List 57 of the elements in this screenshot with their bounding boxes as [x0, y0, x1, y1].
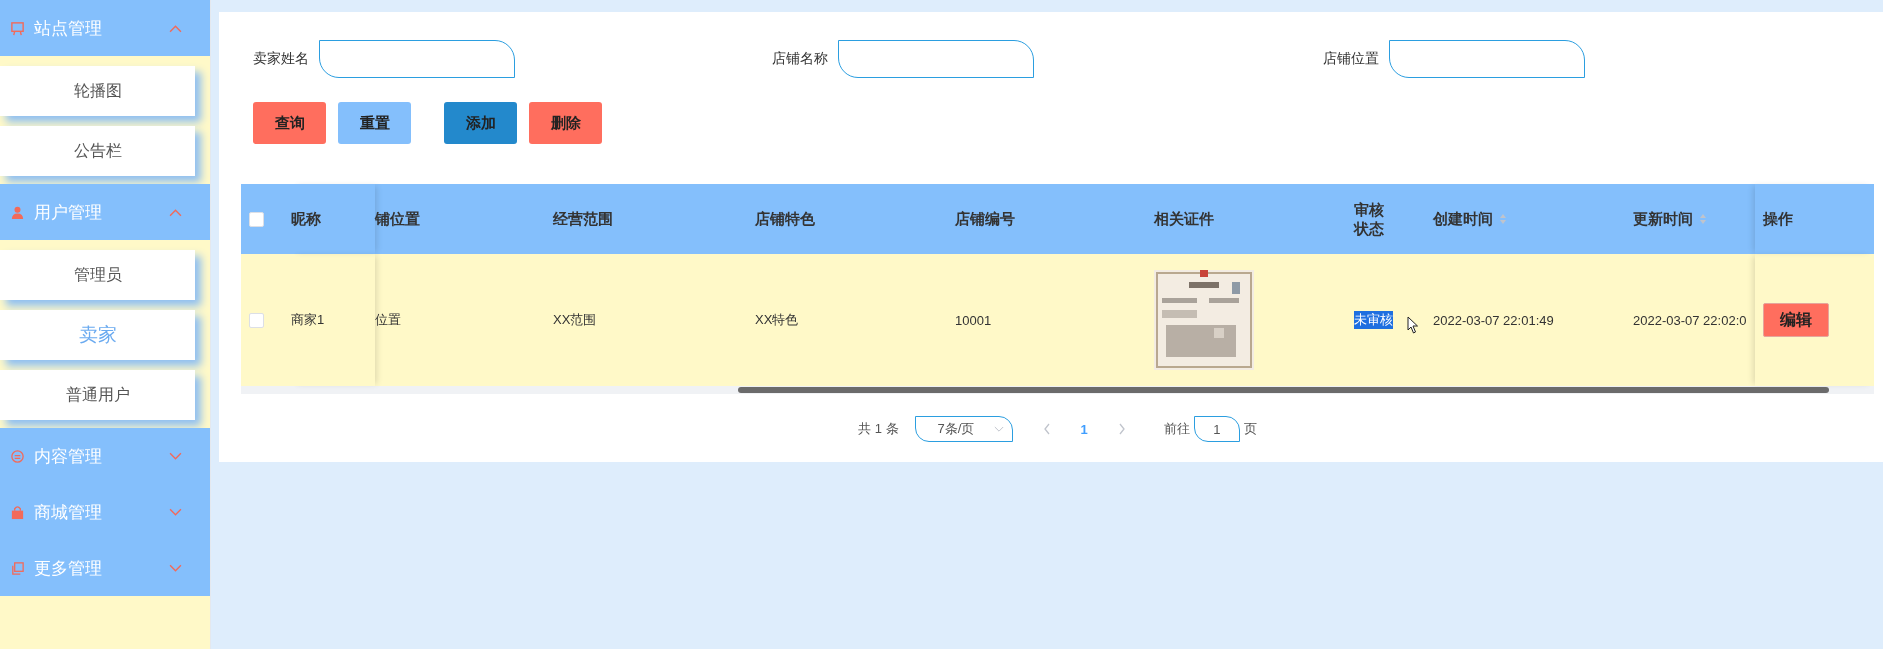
table-cell: 2022-03-07 22:01:49	[1433, 312, 1554, 328]
query-button[interactable]: 查询	[253, 102, 326, 144]
chevron-up-icon	[169, 23, 182, 33]
input-field[interactable]	[1389, 40, 1585, 78]
bag-icon	[10, 504, 25, 520]
column-header: 相关证件	[1154, 209, 1214, 229]
page-size-select[interactable]: 7条/页	[914, 416, 1013, 442]
delete-button[interactable]: 删除	[529, 102, 602, 144]
scrollbar[interactable]	[241, 386, 1874, 394]
chevron-down-icon	[993, 425, 1004, 433]
column-header: 更新时间	[1633, 209, 1693, 229]
column-header: 操作	[1763, 209, 1793, 229]
status-text: 未审核	[1354, 311, 1393, 329]
checkbox[interactable]	[249, 312, 264, 328]
column-header: 创建时间	[1433, 209, 1493, 229]
input-field[interactable]	[319, 40, 515, 78]
chevron-up-icon	[169, 207, 182, 217]
field-label: 卖家姓名	[253, 50, 309, 68]
menu-item[interactable]: 轮播图	[0, 66, 195, 116]
total-count: 共 1 条	[858, 420, 899, 438]
column-header: 昵称	[291, 209, 321, 229]
edit-button[interactable]: 编辑	[1763, 303, 1829, 337]
previous-page-icon[interactable]	[1042, 423, 1051, 435]
chat-icon	[10, 448, 25, 464]
table-cell: 位置	[375, 311, 401, 329]
input-field[interactable]	[838, 40, 1034, 78]
column-header: 店铺特色	[755, 209, 815, 229]
goto-label: 前往	[1163, 420, 1190, 438]
menu-item[interactable]: 普通用户	[0, 370, 195, 420]
menu-item[interactable]: 公告栏	[0, 126, 195, 176]
table-cell: 10001	[955, 312, 992, 328]
table-cell: 2022-03-07 22:02:0	[1633, 312, 1747, 328]
field-label: 店铺名称	[772, 50, 828, 68]
copy-icon	[10, 560, 25, 576]
chevron-down-icon	[169, 563, 182, 573]
next-page-icon[interactable]	[1117, 423, 1126, 435]
column-header: 店铺编号	[955, 209, 1015, 229]
table-cell: XX特色	[755, 311, 799, 329]
add-button[interactable]: 添加	[444, 102, 517, 144]
field-label: 店铺位置	[1323, 50, 1379, 68]
chevron-down-icon	[169, 451, 182, 461]
column-header: 铺位置	[375, 209, 420, 229]
sort-icon[interactable]	[1499, 213, 1507, 225]
table-cell: 商家1	[291, 311, 325, 329]
mouse-cursor-icon	[1407, 316, 1419, 334]
checkbox[interactable]	[249, 211, 264, 227]
menu-item[interactable]: 管理员	[0, 250, 195, 300]
user-icon	[10, 204, 25, 220]
table-cell: XX范围	[553, 311, 597, 329]
sort-icon[interactable]	[1699, 213, 1707, 225]
reset-button[interactable]: 重置	[338, 102, 411, 144]
page-suffix: 页	[1243, 420, 1257, 438]
page-input[interactable]: 1	[1193, 416, 1240, 442]
column-header: 审核状态	[1354, 199, 1385, 239]
chevron-down-icon	[169, 507, 182, 517]
column-header: 经营范围	[553, 209, 613, 229]
easel-icon	[10, 20, 25, 36]
